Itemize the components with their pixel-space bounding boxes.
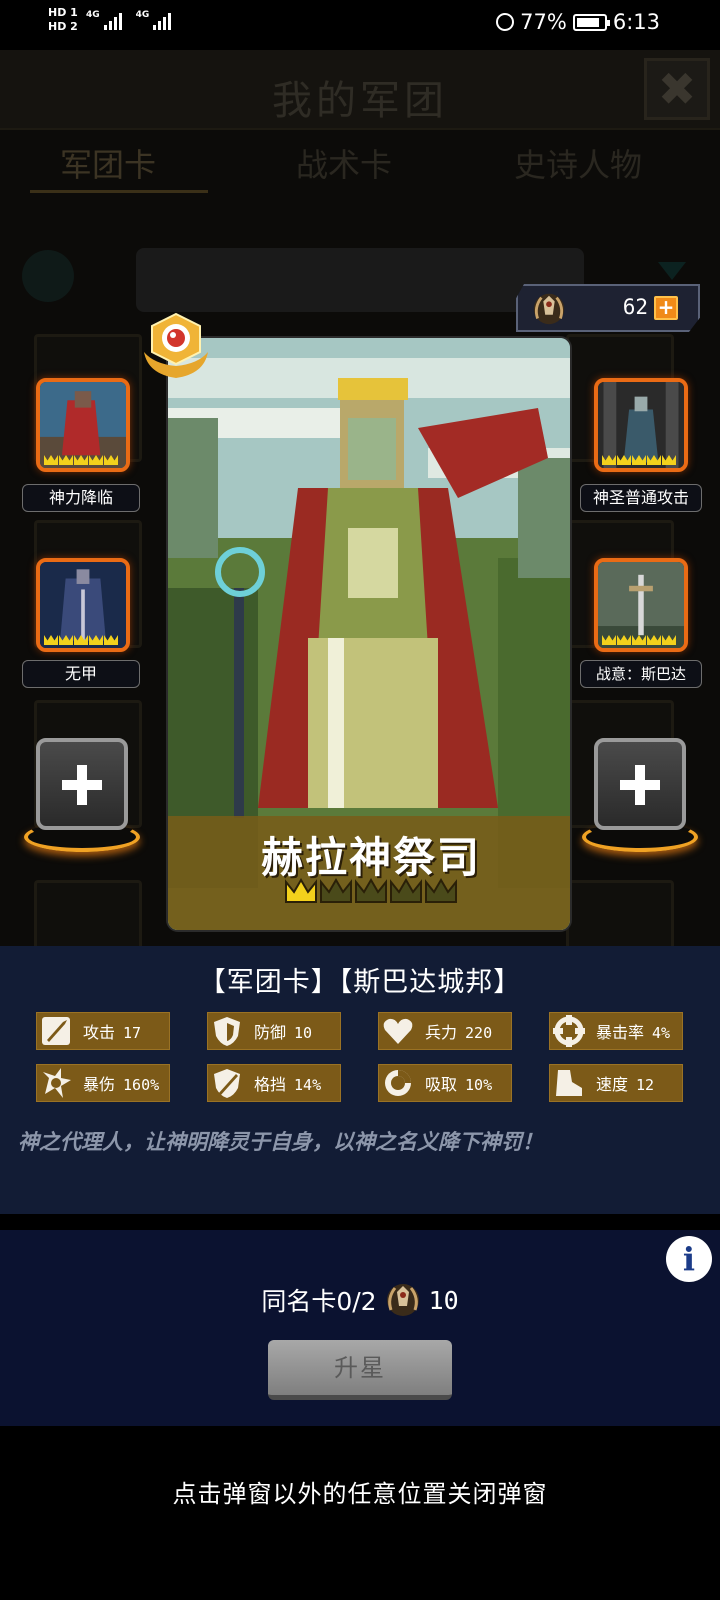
stat-label: 暴击率 bbox=[596, 1023, 645, 1042]
close-hint: 点击弹窗以外的任意位置关闭弹窗 bbox=[172, 1480, 548, 1508]
page-title: 我的军团 bbox=[272, 78, 448, 124]
stat-defense: 防御 10 bbox=[207, 1012, 341, 1050]
battery-percent: 77% bbox=[520, 10, 567, 34]
skill-label: 战意：斯巴达 bbox=[580, 660, 702, 688]
legion-card: 赫拉神祭司 bbox=[166, 336, 572, 932]
block-shield-icon bbox=[214, 1069, 240, 1098]
currency-box: 62 + bbox=[516, 284, 700, 332]
stat-crit-rate: 暴击率 4% bbox=[549, 1012, 683, 1050]
duplicate-card-row: 同名卡0/2 10 bbox=[0, 1280, 720, 1320]
network-type-2: 4G bbox=[135, 10, 150, 20]
stat-crit-damage: 暴伤 160% bbox=[36, 1064, 170, 1102]
crown-lit-icon bbox=[285, 878, 317, 903]
stat-label: 兵力 bbox=[425, 1023, 458, 1042]
hd-label-2: HD 2 bbox=[48, 20, 78, 33]
skill-label: 神圣普通攻击 bbox=[580, 484, 702, 512]
signal-group: 4G 4G bbox=[86, 10, 172, 30]
stat-absorb: 吸取 10% bbox=[378, 1064, 512, 1102]
crown-empty-icon bbox=[355, 878, 387, 903]
battery-icon bbox=[572, 13, 610, 31]
stat-label: 防御 bbox=[254, 1023, 287, 1042]
signal-icon: 4G bbox=[136, 10, 172, 30]
status-right: 77% 6:13 bbox=[496, 10, 660, 34]
skill-label: 神力降临 bbox=[22, 484, 140, 512]
stat-value: 12 bbox=[636, 1076, 655, 1094]
list-menu-icon[interactable] bbox=[22, 250, 74, 302]
crown-empty-icon bbox=[425, 878, 457, 903]
stat-label: 格挡 bbox=[254, 1075, 287, 1094]
crown-empty-icon bbox=[320, 878, 352, 903]
sword-icon bbox=[42, 1017, 70, 1045]
add-skill-button[interactable] bbox=[594, 738, 686, 830]
heart-icon bbox=[383, 1018, 413, 1044]
header: 我的军团 ✖ bbox=[0, 50, 720, 130]
alarm-icon bbox=[496, 13, 515, 31]
status-bar: HD 1 HD 2 4G 4G 77% 6:13 bbox=[0, 0, 720, 50]
clock: 6:13 bbox=[612, 10, 660, 34]
boot-icon bbox=[556, 1070, 582, 1096]
upgrade-star-button[interactable]: 升星 bbox=[268, 1340, 452, 1400]
stat-value: 17 bbox=[123, 1024, 142, 1042]
skill-slot-spartan-spirit[interactable] bbox=[594, 558, 688, 652]
signal-icon: 4G bbox=[86, 10, 122, 30]
skill-label: 无甲 bbox=[22, 660, 140, 688]
card-name: 赫拉神祭司 bbox=[260, 833, 481, 882]
stat-block: 格挡 14% bbox=[207, 1064, 341, 1102]
close-button[interactable]: ✖ bbox=[644, 58, 710, 120]
stat-label: 速度 bbox=[596, 1075, 629, 1094]
stat-value: 10 bbox=[294, 1024, 313, 1042]
stat-attack: 攻击 17 bbox=[36, 1012, 170, 1050]
filter-icon[interactable] bbox=[658, 262, 686, 280]
absorb-icon bbox=[385, 1070, 411, 1096]
add-skill-button[interactable] bbox=[36, 738, 128, 830]
stat-label: 攻击 bbox=[83, 1023, 116, 1042]
card-star-rating bbox=[284, 878, 458, 904]
info-button[interactable]: i bbox=[666, 1236, 712, 1282]
stat-troops: 兵力 220 bbox=[378, 1012, 512, 1050]
upgrade-cost: 10 bbox=[428, 1285, 459, 1315]
network-type-1: 4G bbox=[86, 10, 100, 20]
tab-bar: 军团卡 战术卡 史诗人物 bbox=[0, 140, 720, 200]
skill-crowns bbox=[44, 635, 118, 645]
hd-label-1: HD 1 bbox=[48, 6, 78, 19]
stat-value: 220 bbox=[465, 1024, 493, 1042]
laurel-emblem-icon bbox=[386, 1284, 419, 1316]
shield-icon bbox=[214, 1017, 240, 1046]
currency-value: 62 bbox=[622, 295, 648, 319]
add-currency-button[interactable]: + bbox=[654, 296, 678, 320]
skill-slot-no-armor[interactable] bbox=[36, 558, 130, 652]
crown-empty-icon bbox=[390, 878, 422, 903]
tab-epic-heroes[interactable]: 史诗人物 bbox=[514, 140, 642, 186]
rank-badge-icon bbox=[144, 312, 208, 378]
stat-value: 4% bbox=[652, 1024, 671, 1042]
card-type-line: 【军团卡】【斯巴达城邦】 bbox=[198, 967, 522, 998]
hd-indicators: HD 1 HD 2 bbox=[48, 6, 78, 34]
skill-slot-divine-descent[interactable] bbox=[36, 378, 130, 472]
skill-crowns bbox=[602, 455, 676, 465]
crosshair-icon bbox=[553, 1015, 585, 1047]
tab-tactic-cards[interactable]: 战术卡 bbox=[296, 140, 392, 186]
skill-crowns bbox=[602, 635, 676, 645]
tab-underline bbox=[30, 190, 208, 193]
stat-label: 吸取 bbox=[425, 1075, 458, 1094]
duplicate-count: 同名卡0/2 bbox=[261, 1287, 377, 1316]
stat-speed: 速度 12 bbox=[549, 1064, 683, 1102]
stat-value: 10% bbox=[465, 1076, 493, 1094]
tab-legion-cards[interactable]: 军团卡 bbox=[60, 140, 156, 186]
skill-crowns bbox=[44, 455, 118, 465]
card-info-panel: 【军团卡】【斯巴达城邦】 攻击 17 防御 10 兵力 220 暴击率 4% 暴伤 160… bbox=[0, 946, 720, 1214]
stat-label: 暴伤 bbox=[83, 1075, 116, 1094]
skill-slot-holy-attack[interactable] bbox=[594, 378, 688, 472]
stat-value: 14% bbox=[294, 1076, 322, 1094]
stat-value: 160% bbox=[123, 1076, 160, 1094]
laurel-emblem-icon bbox=[533, 293, 565, 325]
burst-icon bbox=[43, 1068, 71, 1098]
card-description: 神之代理人，让神明降灵于自身，以神之名义降下神罚！ bbox=[18, 1130, 543, 1154]
